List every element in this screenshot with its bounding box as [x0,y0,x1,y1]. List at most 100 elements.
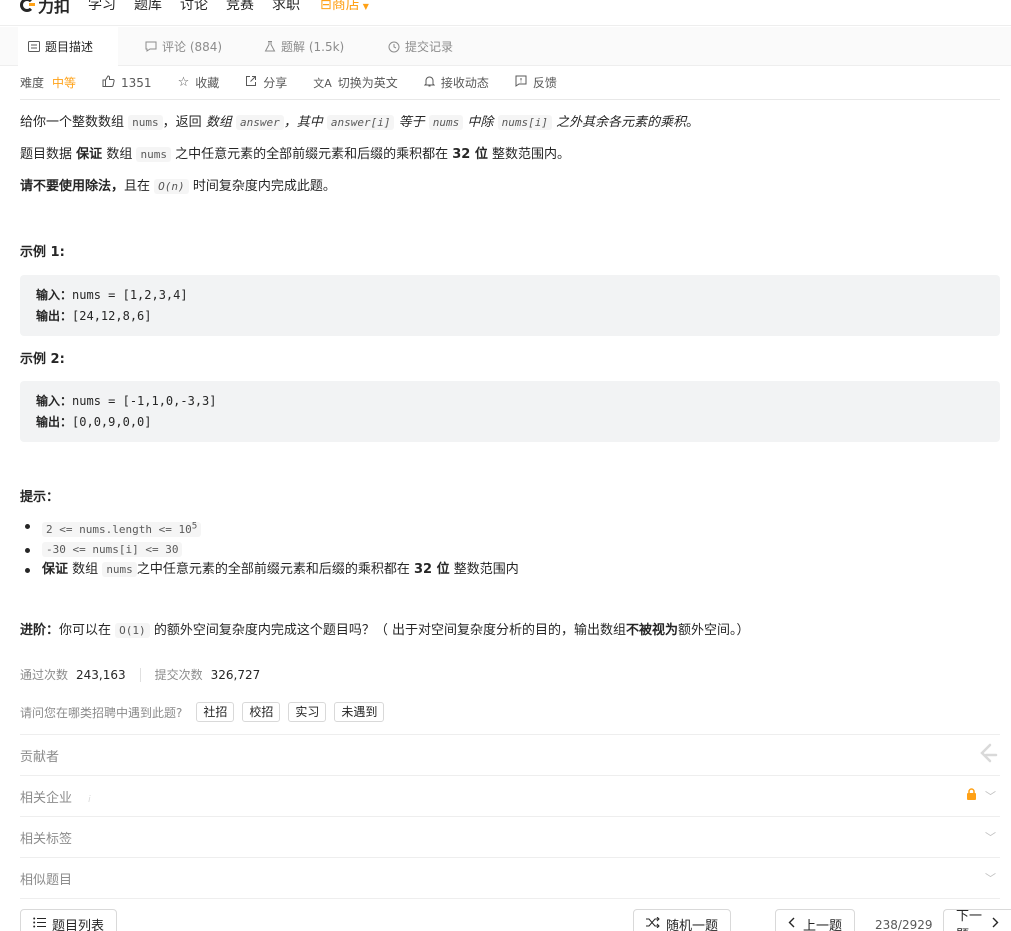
problem-list-button[interactable]: 题目列表 [20,909,118,931]
next-problem-button[interactable]: 下一题 [943,909,1011,931]
flask-icon [264,41,276,52]
constraint-item: 保证 数组 nums 之中任意元素的全部前缀元素和后缀的乘积都在 32 位 整数范… [25,560,1000,580]
comment-icon [145,41,157,52]
feedback-icon [515,75,527,91]
clock-icon [388,41,400,52]
store-icon: ⊟ [320,0,332,13]
feedback-label: 反馈 [532,76,557,90]
prev-problem-button[interactable]: 上一题 [775,909,856,931]
tab-solutions[interactable]: 题解 (1.5k) [254,27,354,66]
favorite-label: 收藏 [195,76,220,90]
problem-meta-bar: 难度 中等 1351 ☆ 收藏 分享 文A 切换为英文 接收动态 反馈 [20,66,1000,100]
subscribe-button[interactable]: 接收动态 [423,74,489,91]
random-problem-label: 随机一题 [666,918,719,931]
contributors-label: 贡献者 [20,749,60,765]
tags-label: 相关标签 [20,831,73,847]
divider [139,667,141,682]
subscribe-label: 接收动态 [440,76,489,90]
nav-item-learn[interactable]: 学习 [88,0,116,14]
nav-item-contest[interactable]: 竞赛 [226,0,254,14]
translate-icon: 文A [313,76,332,90]
inline-code: nums [136,147,171,162]
bell-icon [423,75,436,91]
example-2-title: 示例 2: [20,352,65,367]
example-1-block: 输入：nums = [1,2,3,4] 输出：[24,12,8,6] [20,275,1000,336]
tab-description[interactable]: 题目描述 [18,27,118,66]
leetcode-logo-icon [20,0,35,12]
prev-problem-label: 上一题 [803,918,843,931]
companies-label: 相关企业 [20,790,73,806]
inline-code: answer [235,115,284,130]
description-paragraph-1: 给你一个整数数组 nums ，返回 数组 answer ，其中 answer[i] … [20,115,700,130]
favorite-button[interactable]: ☆ 收藏 [178,74,220,91]
switch-language-button[interactable]: 文A 切换为英文 [313,74,398,91]
difficulty-value: 中等 [52,76,77,90]
logo-text: 力扣 [38,0,71,16]
companies-section[interactable]: 相关企业 i ﹀ [20,775,1000,816]
description-paragraph-2: 题目数据 保证 数组 nums 之中任意元素的全部前缀元素和后缀的乘积都在 32… [20,147,571,162]
constraint-item: -30 <= nums[i] <= 30 [25,540,1000,560]
inline-code: nums [128,115,163,130]
similar-problems-section[interactable]: 相似题目 ﹀ [20,857,1000,898]
tab-description-label: 题目描述 [45,39,94,54]
lock-icon [966,788,977,804]
feedback-button[interactable]: 反馈 [515,74,557,91]
next-problem-label: 下一题 [956,909,983,931]
contributor-avatar-icon [976,742,998,768]
store-label: 商店 [331,0,360,13]
chevron-down-icon: ﹀ [985,831,996,844]
share-label: 分享 [263,76,288,90]
problem-index: 238/2929 [875,918,933,931]
chevron-down-icon: ﹀ [985,790,996,803]
submission-stats: 通过次数 243,163 提交次数 326,727 [20,666,260,683]
chevron-left-icon [788,917,795,931]
share-icon [245,75,257,91]
tags-section[interactable]: 相关标签 ﹀ [20,816,1000,857]
nav-item-store[interactable]: ⊟商店 ▼ [320,0,369,14]
tab-comments[interactable]: 评论 (884) [135,27,232,66]
share-button[interactable]: 分享 [245,74,287,91]
description-icon [28,40,40,52]
difficulty: 难度 中等 [20,74,76,91]
problem-tabs: 题目描述 评论 (884) 题解 (1.5k) 提交记录 [0,27,1011,66]
chip-campus-hiring[interactable]: 校招 [242,702,281,722]
tab-submissions[interactable]: 提交记录 [378,27,463,66]
inline-code: O(n) [154,179,189,194]
accepted-label: 通过次数 [20,668,69,682]
companies-controls: ﹀ [966,788,1000,804]
submissions-count: 326,727 [210,667,261,682]
chip-not-encountered[interactable]: 未遇到 [334,702,385,722]
caret-down-icon: ▼ [362,2,369,11]
similar-label: 相似题目 [20,872,73,888]
info-icon: i [88,794,91,805]
tab-solutions-label: 题解 (1.5k) [281,40,345,54]
inline-code: answer[i] [326,115,395,130]
difficulty-label: 难度 [20,76,45,90]
problem-list-label: 题目列表 [52,918,105,931]
example-1-input: 输入：nums = [1,2,3,4] [36,288,188,302]
contributors-section[interactable]: 贡献者 [20,734,1000,775]
example-2-output: 输出：[0,0,9,0,0] [36,415,152,429]
submissions-label: 提交次数 [154,668,203,682]
constraints-list: 2 <= nums.length <= 105 -30 <= nums[i] <… [20,516,1000,580]
interview-survey: 请问您在哪类招聘中遇到此题? 社招 校招 实习 未遇到 [20,702,385,722]
constraints-title: 提示： [20,490,60,505]
like-button[interactable]: 1351 [102,74,152,91]
example-2-block: 输入：nums = [-1,1,0,-3,3] 输出：[0,0,9,0,0] [20,381,1000,442]
tab-comments-label: 评论 (884) [162,40,223,54]
like-count: 1351 [121,75,152,90]
chip-internship[interactable]: 实习 [288,702,327,722]
top-nav: 力扣 学习 题库 讨论 竞赛 求职 ⊟商店 ▼ [0,0,1011,26]
nav-item-jobs[interactable]: 求职 [272,0,300,14]
constraints: 2 <= nums.length <= 105 -30 <= nums[i] <… [20,516,1000,580]
list-icon [33,917,46,931]
nav-item-problems[interactable]: 题库 [134,0,162,14]
chevron-down-icon: ﹀ [985,872,996,885]
example-1-output: 输出：[24,12,8,6] [36,309,152,323]
nav-item-discuss[interactable]: 讨论 [180,0,208,14]
shuffle-icon [646,916,660,931]
thumbs-up-icon [102,74,115,91]
logo[interactable]: 力扣 [20,0,70,17]
chip-social-hiring[interactable]: 社招 [196,702,235,722]
random-problem-button[interactable]: 随机一题 [633,909,732,931]
